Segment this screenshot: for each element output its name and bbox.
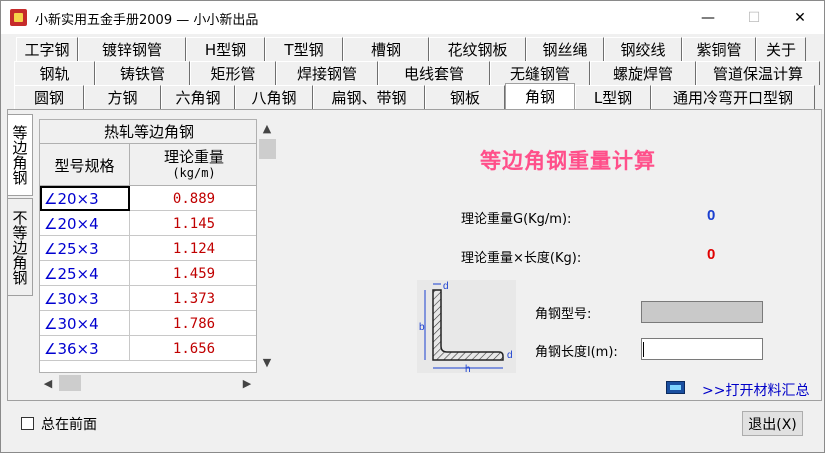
tab-conduit[interactable]: 电线套管 [378,61,490,85]
tab-welded-pipe[interactable]: 焊接钢管 [276,61,378,85]
tab-row-2: 钢轨 铸铁管 矩形管 焊接钢管 电线套管 无缝钢管 螺旋焊管 管道保温计算 [14,61,820,85]
window-title: 小新实用五金手册2009 — 小小新出品 [35,13,259,28]
angle-profile-icon: b h d d [419,281,513,375]
exit-button[interactable]: 退出(X) [742,411,803,436]
text-caret [643,342,644,357]
cell-spec[interactable]: ∠36×3 [40,336,130,361]
total-weight-value: 0 [707,246,716,263]
table-horizontal-scrollbar[interactable]: ◀ ▶ [39,373,257,393]
dim-b: b [419,322,425,333]
tab-row-1: 工字钢 镀锌钢管 H型钢 T型钢 槽钢 花纹钢板 钢丝绳 钢绞线 紫铜管 关于 [16,37,806,61]
table-row[interactable]: ∠36×3 1.656 [40,336,256,361]
scroll-thumb[interactable] [59,375,81,391]
tab-oct-bar[interactable]: 八角钢 [235,85,313,109]
app-icon [10,9,27,26]
angle-length-input[interactable] [641,338,763,360]
tab-cast-iron-pipe[interactable]: 铸铁管 [95,61,190,85]
tab-about[interactable]: 关于 [756,37,806,61]
tab-l-steel[interactable]: L型钢 [575,85,651,109]
table-row[interactable]: ∠30×3 1.373 [40,286,256,311]
cell-spec[interactable]: ∠30×4 [40,311,130,336]
title-bar: 小新实用五金手册2009 — 小小新出品 — ☐ ✕ [1,1,824,34]
tab-round-bar[interactable]: 圆钢 [14,85,84,109]
always-on-top-checkbox[interactable] [21,417,34,430]
cell-weight[interactable]: 1.459 [130,261,256,286]
cell-weight[interactable]: 0.889 [130,186,256,211]
cell-weight[interactable]: 1.373 [130,286,256,311]
cell-weight[interactable]: 1.786 [130,311,256,336]
tab-galvanized-pipe[interactable]: 镀锌钢管 [78,37,186,61]
table-row[interactable]: ∠25×3 1.124 [40,236,256,261]
scroll-thumb[interactable] [259,139,276,159]
tab-h-beam[interactable]: H型钢 [186,37,265,61]
tab-seamless-pipe[interactable]: 无缝钢管 [490,61,590,85]
table-row[interactable]: ∠25×4 1.459 [40,261,256,286]
cell-weight[interactable]: 1.145 [130,211,256,236]
tab-steel-plate[interactable]: 钢板 [425,85,505,109]
column-header-weight-unit: (kg/m) [172,166,216,180]
tab-checker-plate[interactable]: 花纹钢板 [429,37,526,61]
total-weight-label: 理论重量×长度(Kg): [461,251,582,266]
tab-cold-formed[interactable]: 通用冷弯开口型钢 [651,85,815,109]
tab-t-beam[interactable]: T型钢 [265,37,343,61]
tab-spiral-pipe[interactable]: 螺旋焊管 [590,61,696,85]
always-on-top-label[interactable]: 总在前面 [41,414,97,434]
column-header-weight: 理论重量 (kg/m) [130,144,256,186]
tab-row-3: 圆钢 方钢 六角钢 八角钢 扁钢、带钢 钢板 角钢 L型钢 通用冷弯开口型钢 [14,83,815,109]
angle-type-field [641,301,763,323]
table-row[interactable]: ∠30×4 1.786 [40,311,256,336]
calc-title: 等边角钢重量计算 [480,149,656,173]
angle-steel-table: 热轧等边角钢 型号规格 理论重量 (kg/m) ∠20×3 0.889 ∠20×… [39,119,257,373]
table-row[interactable]: ∠20×3 0.889 [40,186,256,211]
tab-angle-steel[interactable]: 角钢 [505,83,575,109]
tab-square-bar[interactable]: 方钢 [84,85,161,109]
dim-d-side: d [507,350,513,361]
tab-channel[interactable]: 槽钢 [343,37,429,61]
tab-rail[interactable]: 钢轨 [14,61,95,85]
app-window: 小新实用五金手册2009 — 小小新出品 — ☐ ✕ 工字钢 镀锌钢管 H型钢 … [0,0,825,453]
weight-value: 0 [707,207,716,224]
close-button[interactable]: ✕ [777,1,823,34]
side-tab-equal-angle[interactable]: 等边角钢 [7,114,33,196]
angle-type-label: 角钢型号: [535,307,592,322]
tab-strand[interactable]: 钢绞线 [604,37,682,61]
table-vertical-scrollbar[interactable]: ▲ ▼ [257,119,277,373]
tab-copper-tube[interactable]: 紫铜管 [682,37,756,61]
weight-label: 理论重量G(Kg/m): [461,212,572,227]
maximize-button[interactable]: ☐ [731,1,777,34]
cell-spec[interactable]: ∠25×4 [40,261,130,286]
cell-spec[interactable]: ∠25×3 [40,236,130,261]
tab-wire-rope[interactable]: 钢丝绳 [526,37,604,61]
cell-spec[interactable]: ∠20×4 [40,211,130,236]
chevron-right-icon[interactable]: ▶ [237,373,257,393]
cell-weight[interactable]: 1.124 [130,236,256,261]
cell-spec[interactable]: ∠20×3 [40,186,130,211]
angle-length-label: 角钢长度l(m): [535,345,618,360]
material-summary-icon[interactable] [666,381,685,394]
chevron-left-icon[interactable]: ◀ [39,373,57,393]
tab-flat-bar[interactable]: 扁钢、带钢 [313,85,425,109]
column-header-weight-label: 理论重量 [163,148,224,166]
side-tab-unequal-angle[interactable]: 不等边角钢 [7,198,33,296]
table-header: 型号规格 理论重量 (kg/m) [40,144,256,186]
tab-i-beam[interactable]: 工字钢 [16,37,78,61]
angle-steel-diagram: b h d d [417,280,516,375]
cell-spec[interactable]: ∠30×3 [40,286,130,311]
tab-insulation-calc[interactable]: 管道保温计算 [696,61,820,85]
chevron-up-icon[interactable]: ▲ [257,119,277,137]
tab-rect-tube[interactable]: 矩形管 [190,61,276,85]
dim-h: h [465,364,471,373]
column-header-spec: 型号规格 [40,144,130,186]
tab-hex-bar[interactable]: 六角钢 [161,85,235,109]
cell-weight[interactable]: 1.656 [130,336,256,361]
open-material-summary-link[interactable]: >>打开材料汇总 [702,380,809,400]
chevron-down-icon[interactable]: ▼ [257,353,277,371]
table-title: 热轧等边角钢 [40,120,256,144]
minimize-button[interactable]: — [685,1,731,34]
table-row[interactable]: ∠20×4 1.145 [40,211,256,236]
dim-d-top: d [443,281,449,292]
table-body: ∠20×3 0.889 ∠20×4 1.145 ∠25×3 1.124 ∠25×… [40,186,256,361]
